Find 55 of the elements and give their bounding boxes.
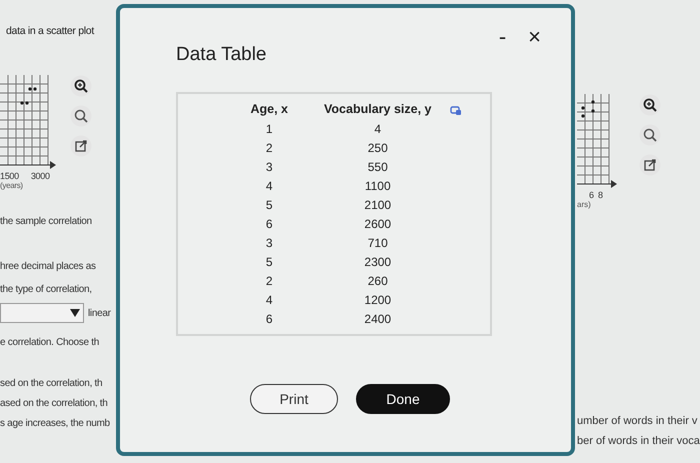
answer-option: ased on the correlation, th (0, 398, 118, 409)
table-cell-text: 6 (264, 216, 274, 233)
table-cell-text: 1200 (363, 292, 392, 309)
table-cell-text: 2300 (363, 254, 392, 271)
table-cell-text: 2 (264, 140, 274, 157)
external-link-icon[interactable] (70, 135, 92, 157)
table-cell-text: 4 (264, 292, 274, 309)
answer-option: sed on the correlation, th (0, 378, 118, 389)
close-button[interactable]: × (522, 24, 547, 50)
column-header: Age, x (250, 102, 290, 118)
answer-option: s age increases, the numb (0, 418, 118, 429)
axis-tick-label: 3000 (30, 171, 50, 181)
question-text: e correlation. Choose th (0, 337, 100, 348)
zoom-in-icon[interactable] (70, 75, 92, 97)
minimize-button[interactable]: - (492, 24, 512, 50)
table-cell-text: 2 (264, 273, 274, 290)
question-text: the type of correlation, (0, 284, 93, 295)
table-cell-text: 4 (264, 178, 274, 195)
table-cell-text: 550 (366, 159, 389, 176)
table-cell-text: 3 (264, 235, 274, 252)
axis-tick-label: 1500 (0, 171, 19, 181)
dialog-title: Data Table (176, 44, 266, 66)
table-cell-text: 5 (264, 254, 274, 271)
table-cell-text: 2100 (363, 197, 392, 214)
question-text: hree decimal places as (0, 261, 97, 272)
table-cell-text: 260 (366, 273, 389, 290)
table-cell-text: 6 (264, 311, 274, 328)
table-cell-text: 1 (264, 121, 274, 138)
axis-tick-label: 8 (598, 190, 604, 200)
table-cell-text: 250 (366, 140, 389, 157)
answer-option: ber of words in their voca (577, 435, 700, 447)
print-button[interactable]: Print (250, 384, 338, 414)
zoom-in-icon[interactable] (639, 94, 661, 116)
copy-icon[interactable] (450, 106, 462, 116)
zoom-out-icon[interactable] (639, 124, 661, 146)
table-cell-text: 2400 (363, 311, 392, 328)
table-cell-text: 1100 (364, 178, 392, 195)
table-cell-text: 2600 (363, 216, 392, 233)
table-cell-text: 710 (366, 235, 389, 252)
table-cell-text: 3 (264, 159, 274, 176)
axis-label: (years) (0, 181, 24, 190)
table-cell-text: 5 (264, 197, 274, 214)
done-button[interactable]: Done (356, 384, 450, 414)
dropdown[interactable] (0, 303, 84, 323)
question-text: data in a scatter plot (6, 25, 96, 37)
answer-option: umber of words in their v (577, 415, 700, 427)
axis-tick-label: 6 (589, 190, 594, 200)
question-text: the sample correlation (0, 216, 93, 227)
zoom-out-icon[interactable] (70, 105, 92, 127)
axis-label: ars) (577, 200, 592, 209)
dropdown-arrow-icon[interactable] (70, 309, 80, 317)
column-header: Vocabulary size, y (323, 102, 432, 118)
dropdown-suffix: linear (88, 308, 111, 318)
external-link-icon[interactable] (639, 154, 661, 176)
table-cell-text: 4 (373, 121, 382, 138)
